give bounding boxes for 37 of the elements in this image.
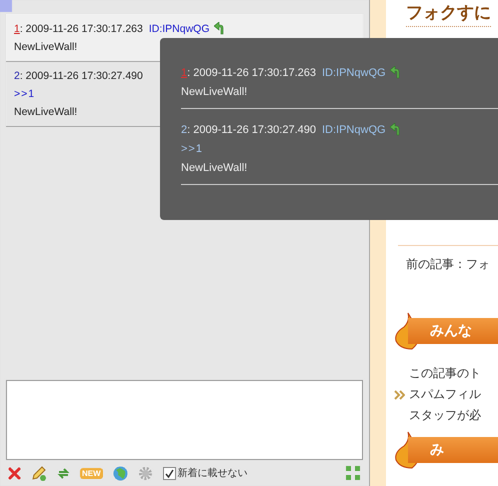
checkbox-label: 新着に載せない bbox=[178, 466, 248, 480]
post-timestamp: : 2009-11-26 17:30:17.263 bbox=[187, 66, 316, 78]
poster-id[interactable]: ID:IPNqwQG bbox=[148, 22, 210, 34]
gear-icon[interactable] bbox=[138, 466, 153, 480]
section-text: スパムフィル bbox=[409, 386, 481, 403]
reply-arrow-icon[interactable] bbox=[390, 123, 402, 136]
post-timestamp: : 2009-11-26 17:30:27.490 bbox=[187, 124, 316, 136]
pencil-icon[interactable] bbox=[31, 466, 47, 480]
post-body: NewLiveWall! bbox=[181, 86, 248, 98]
double-chevron-icon bbox=[394, 390, 405, 400]
corner-marker bbox=[0, 0, 12, 12]
post-number[interactable]: 2 bbox=[181, 124, 188, 136]
grid-icon[interactable] bbox=[345, 465, 361, 481]
section-banner: みんな bbox=[408, 318, 498, 344]
checkbox[interactable] bbox=[162, 466, 176, 480]
post-timestamp: : 2009-11-26 17:30:27.490 bbox=[20, 70, 143, 82]
article-title: フォクすに bbox=[406, 1, 491, 27]
post-body: NewLiveWall! bbox=[14, 106, 78, 118]
refresh-icon[interactable] bbox=[57, 466, 70, 480]
post-timestamp: : 2009-11-26 17:30:17.263 bbox=[20, 22, 143, 34]
reply-anchor-link[interactable]: >>1 bbox=[181, 143, 203, 155]
reply-anchor-link[interactable]: >>1 bbox=[14, 88, 36, 100]
reply-arrow-icon[interactable] bbox=[390, 66, 402, 79]
post-number[interactable]: 2 bbox=[14, 70, 20, 82]
close-icon[interactable] bbox=[8, 466, 21, 480]
globe-icon[interactable] bbox=[112, 466, 128, 480]
previous-article-link[interactable]: 前の記事：フォ bbox=[406, 257, 490, 271]
post-body: NewLiveWall! bbox=[14, 41, 78, 53]
reply-arrow-icon[interactable] bbox=[214, 22, 226, 35]
poster-id[interactable]: ID:IPNqwQG bbox=[322, 124, 386, 136]
section-banner: み bbox=[408, 437, 498, 463]
section-text: スタッフが必 bbox=[409, 407, 481, 424]
post-number[interactable]: 1 bbox=[14, 22, 20, 34]
section-text: この記事のト bbox=[409, 365, 481, 382]
poster-id[interactable]: ID:IPNqwQG bbox=[322, 66, 386, 78]
post-body: NewLiveWall! bbox=[181, 162, 248, 174]
message-input[interactable] bbox=[6, 380, 363, 460]
